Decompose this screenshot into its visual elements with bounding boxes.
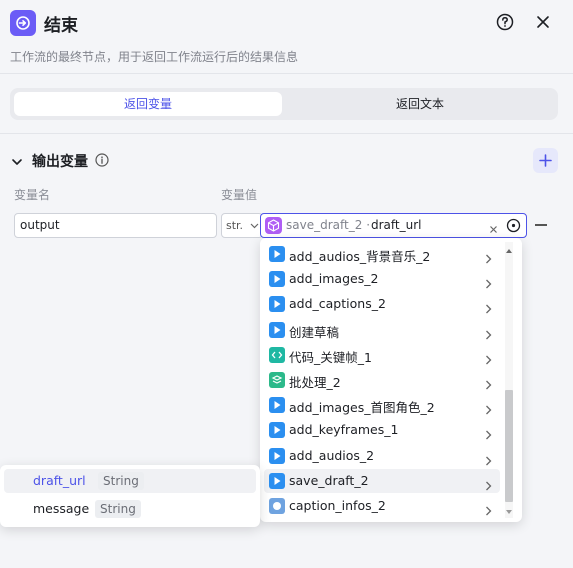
play-node-icon — [269, 271, 285, 288]
dropdown-node-label: add_images_首图角色_2 — [289, 400, 435, 416]
dropdown-node-item[interactable]: add_captions_2 — [264, 292, 500, 316]
collapse-chevron-icon[interactable] — [11, 153, 23, 165]
dropdown-node-label: add_keyframes_1 — [289, 422, 399, 438]
section-title: 输出变量 — [32, 154, 88, 170]
dropdown-node-item[interactable]: caption_infos_2 — [264, 494, 500, 518]
play-node-icon — [269, 472, 285, 489]
dropdown-node-item[interactable]: add_audios_背景音乐_2 — [264, 242, 500, 266]
close-icon[interactable] — [535, 14, 551, 30]
dropdown-node-label: 批处理_2 — [289, 375, 341, 390]
return-mode-tabs: 返回变量 返回文本 — [10, 88, 558, 120]
batch-node-icon — [269, 372, 285, 388]
target-icon[interactable] — [506, 218, 521, 233]
chevron-right-icon — [485, 375, 492, 390]
reference-variable-name: draft_url — [371, 218, 422, 232]
dropdown-node-label: save_draft_2 — [289, 472, 369, 488]
clear-icon[interactable] — [489, 219, 498, 233]
chevron-right-icon — [485, 501, 492, 516]
play-node-icon — [269, 246, 285, 262]
divider — [0, 73, 573, 74]
divider — [0, 133, 573, 134]
tab-return-text[interactable]: 返回文本 — [286, 92, 554, 116]
scroll-up-arrow-icon[interactable] — [506, 249, 512, 253]
end-node-panel: 结束 工作流的最终节点，用于返回工作流运行后的结果信息 返回变量 返回文本 输出… — [0, 0, 573, 568]
node-title: 结束 — [44, 16, 78, 36]
variable-reference-field[interactable]: save_draft_2 · draft_url — [260, 213, 527, 238]
tab-return-variables[interactable]: 返回变量 — [14, 92, 282, 116]
play-node-icon — [269, 447, 285, 464]
chevron-right-icon — [485, 425, 492, 440]
output-field-submenu: draft_url String message String — [0, 465, 260, 527]
variable-name-input[interactable]: output — [14, 213, 217, 238]
submenu-item[interactable]: message String — [4, 497, 256, 521]
chevron-right-icon — [485, 249, 492, 264]
dropdown-node-item[interactable]: save_draft_2 — [264, 468, 500, 493]
chevron-right-icon — [485, 350, 492, 365]
play-node-icon — [269, 422, 285, 439]
chevron-right-icon — [485, 299, 492, 314]
dropdown-node-label: add_images_2 — [289, 271, 379, 287]
chevron-right-icon — [485, 400, 492, 415]
type-select[interactable]: str. — [221, 213, 263, 238]
add-variable-button[interactable] — [533, 148, 558, 173]
cube-icon — [265, 217, 282, 234]
scroll-down-arrow-icon[interactable] — [506, 510, 512, 514]
node-variable-dropdown: add_audios_背景音乐_2 add_images_2 add_caption… — [260, 238, 522, 522]
scrollbar-thumb[interactable] — [505, 390, 513, 502]
chevron-right-icon — [485, 325, 492, 340]
plus-icon — [539, 154, 552, 167]
reference-node-name: save_draft_2 · — [286, 218, 371, 232]
column-header-name: 变量名 — [14, 188, 51, 202]
field-type-badge: String — [95, 500, 141, 518]
chevron-right-icon — [485, 451, 492, 466]
code-node-icon — [269, 346, 285, 363]
dropdown-node-label: add_audios_背景音乐_2 — [289, 249, 431, 264]
play-node-icon — [269, 321, 285, 338]
type-select-value: str. — [226, 219, 244, 232]
dropdown-node-item[interactable]: add_images_首图角色_2 — [264, 393, 500, 417]
dropdown-node-label: caption_infos_2 — [289, 498, 386, 513]
chevron-right-icon — [485, 476, 492, 491]
play-node-icon — [269, 397, 285, 414]
field-name: message — [33, 501, 90, 516]
info-icon[interactable] — [95, 152, 109, 167]
play-node-icon — [269, 296, 285, 313]
dropdown-node-item[interactable]: 创建草稿 — [264, 318, 500, 342]
dropdown-node-label: add_captions_2 — [289, 296, 386, 312]
help-icon[interactable] — [496, 13, 514, 31]
node-description: 工作流的最终节点，用于返回工作流运行后的结果信息 — [10, 50, 299, 64]
chevron-right-icon — [485, 274, 492, 289]
dropdown-scrollbar[interactable] — [502, 242, 516, 518]
column-header-value: 变量值 — [221, 188, 258, 202]
remove-variable-button[interactable] — [535, 224, 547, 226]
plugin-node-icon — [269, 498, 285, 514]
field-name: draft_url — [33, 473, 86, 488]
chevron-down-icon — [250, 223, 259, 229]
dropdown-node-item[interactable]: 代码_关键帧_1 — [264, 343, 500, 367]
dropdown-node-item[interactable]: add_audios_2 — [264, 444, 500, 468]
dropdown-node-item[interactable]: 批处理_2 — [264, 368, 500, 392]
dropdown-node-item[interactable]: add_keyframes_1 — [264, 418, 500, 442]
dropdown-node-item[interactable]: add_images_2 — [264, 267, 500, 291]
dropdown-node-label: 代码_关键帧_1 — [289, 349, 372, 365]
end-node-icon — [10, 10, 36, 36]
dropdown-node-label: add_audios_2 — [289, 447, 375, 463]
field-type-badge: String — [98, 472, 144, 490]
submenu-item[interactable]: draft_url String — [4, 469, 256, 493]
dropdown-node-label: 创建草稿 — [289, 324, 340, 340]
